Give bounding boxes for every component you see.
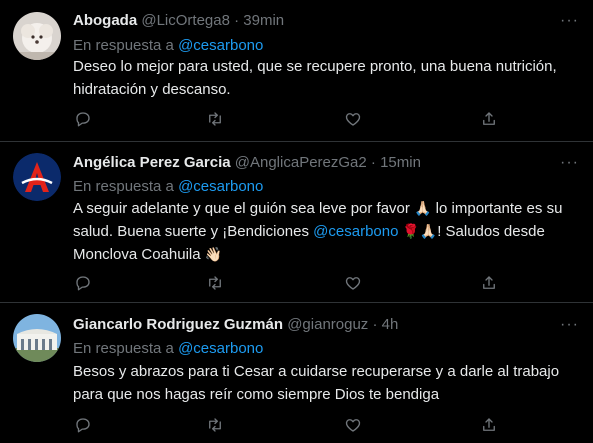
reply-context: En respuesta a @cesarbono (73, 178, 263, 195)
reply-feed: Abogada @LicOrtega8 · 39min ··· En respu… (0, 0, 593, 440)
timestamp[interactable]: 39min (243, 12, 284, 29)
more-icon[interactable]: ··· (560, 154, 579, 172)
display-name[interactable]: Giancarlo Rodriguez Guzmán (73, 316, 283, 333)
avatar[interactable] (13, 12, 61, 60)
user-handle[interactable]: @LicOrtega8 (141, 12, 230, 29)
timestamp[interactable]: 4h (382, 316, 399, 333)
tweet[interactable]: Abogada @LicOrtega8 · 39min ··· En respu… (0, 0, 593, 142)
like-icon[interactable] (343, 109, 363, 129)
user-handle[interactable]: @AnglicaPerezGa2 (235, 154, 367, 171)
pray-emoji: 🙏🏻 (414, 200, 432, 216)
more-icon[interactable]: ··· (560, 12, 579, 30)
reply-context: En respuesta a @cesarbono (73, 37, 263, 54)
share-icon[interactable] (479, 109, 499, 129)
reply-mention-link[interactable]: @cesarbono (178, 37, 263, 54)
separator: · (370, 154, 376, 171)
mention-link[interactable]: @cesarbono (313, 223, 398, 240)
tweet[interactable]: Angélica Perez Garcia @AnglicaPerezGa2 ·… (0, 142, 593, 303)
text-segment: A seguir adelante y que el guión sea lev… (73, 200, 410, 217)
display-name[interactable]: Abogada (73, 12, 137, 29)
tweet-text: Deseo lo mejor para usted, que se recupe… (73, 58, 557, 98)
reply-icon[interactable] (73, 415, 93, 435)
tweet-header: Giancarlo Rodriguez Guzmán @gianroguz · … (73, 316, 398, 336)
rose-pray-emoji: 🌹🙏🏻 (398, 223, 438, 239)
retweet-icon[interactable] (205, 109, 225, 129)
reply-icon[interactable] (73, 273, 93, 293)
separator: · (372, 316, 378, 333)
reply-mention-link[interactable]: @cesarbono (178, 340, 263, 357)
tweet-text: A seguir adelante y que el guión sea lev… (73, 197, 578, 266)
retweet-icon[interactable] (205, 273, 225, 293)
reply-prefix: En respuesta a (73, 178, 174, 195)
tweet-header: Abogada @LicOrtega8 · 39min (73, 12, 284, 32)
reply-mention-link[interactable]: @cesarbono (178, 178, 263, 195)
like-icon[interactable] (343, 273, 363, 293)
tweet-actions (73, 415, 503, 435)
like-icon[interactable] (343, 415, 363, 435)
display-name[interactable]: Angélica Perez Garcia (73, 154, 231, 171)
wave-emoji: 👋🏻 (204, 246, 223, 262)
tweet-header: Angélica Perez Garcia @AnglicaPerezGa2 ·… (73, 154, 421, 174)
separator: · (234, 12, 240, 29)
avatar[interactable] (13, 314, 61, 362)
user-handle[interactable]: @gianroguz (287, 316, 368, 333)
avatar[interactable] (13, 153, 61, 201)
more-icon[interactable]: ··· (560, 316, 579, 334)
reply-prefix: En respuesta a (73, 37, 174, 54)
tweet-actions (73, 273, 503, 293)
reply-context: En respuesta a @cesarbono (73, 340, 263, 357)
tweet-actions (73, 109, 503, 129)
share-icon[interactable] (479, 273, 499, 293)
tweet-text: Besos y abrazos para ti Cesar a cuidarse… (73, 363, 560, 403)
reply-icon[interactable] (73, 109, 93, 129)
timestamp[interactable]: 15min (380, 154, 421, 171)
retweet-icon[interactable] (205, 415, 225, 435)
share-icon[interactable] (479, 415, 499, 435)
tweet[interactable]: Giancarlo Rodriguez Guzmán @gianroguz · … (0, 303, 593, 443)
reply-prefix: En respuesta a (73, 340, 174, 357)
